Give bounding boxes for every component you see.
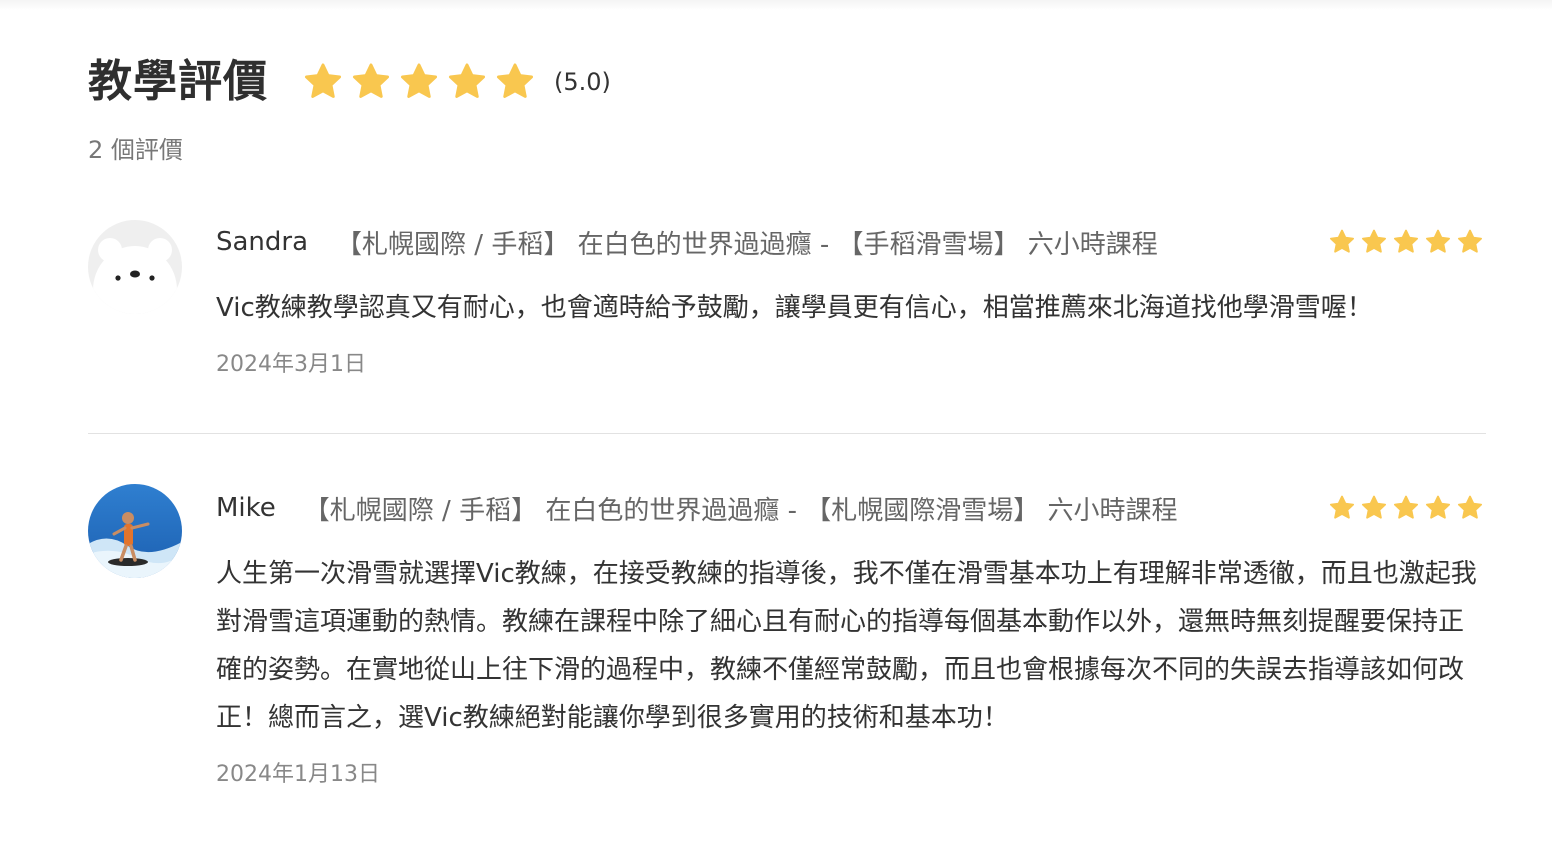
star-icon [1456,494,1484,522]
star-icon [494,61,536,103]
star-icon [1392,494,1420,522]
page-title: 教學評價 [88,56,268,107]
star-icon [302,61,344,103]
star-icon [446,61,488,103]
star-icon [1392,228,1420,256]
review-rating-stars [1328,228,1484,256]
review-rating-stars [1328,494,1484,522]
avatar[interactable] [88,484,182,578]
review-text: Vic教練教學認真又有耐心，也會適時給予鼓勵，讓學員更有信心，相當推薦來北海道找… [216,293,1373,323]
course-link[interactable]: 【札幌國際 / 手稻】 在白色的世界過過癮 - 【札幌國際滑雪場】 六小時課程 [304,490,1178,527]
star-icon [1360,494,1388,522]
star-icon [1424,494,1452,522]
review-body: Sandra 【札幌國際 / 手稻】 在白色的世界過過癮 - 【手稻滑雪場】 六… [216,222,1486,378]
review-text: 人生第一次滑雪就選擇Vic教練，在接受教練的指導後，我不僅在滑雪基本功上有理解非… [216,559,1477,733]
review-header: Sandra 【札幌國際 / 手稻】 在白色的世界過過癮 - 【手稻滑雪場】 六… [216,222,1486,262]
reviewer-name: Sandra [216,227,309,257]
avatar[interactable] [88,220,182,314]
star-icon [1456,228,1484,256]
reviews-page: 教學評價 (5.0) 2 個評價 Sandra 【札幌國際 / 手稻】 在白色的… [0,0,1552,860]
reviews-header: 教學評價 (5.0) [88,52,611,112]
star-icon [1328,228,1356,256]
star-icon [1360,228,1388,256]
review-date: 2024年1月13日 [216,762,380,787]
review-body: Mike 【札幌國際 / 手稻】 在白色的世界過過癮 - 【札幌國際滑雪場】 六… [216,488,1486,788]
star-icon [1328,494,1356,522]
review-divider [88,433,1486,434]
star-icon [1424,228,1452,256]
overall-rating-stars [302,61,536,103]
review-header: Mike 【札幌國際 / 手稻】 在白色的世界過過癮 - 【札幌國際滑雪場】 六… [216,488,1486,528]
star-icon [350,61,392,103]
overall-rating-value: (5.0) [554,68,611,96]
star-icon [398,61,440,103]
course-link[interactable]: 【札幌國際 / 手稻】 在白色的世界過過癮 - 【手稻滑雪場】 六小時課程 [336,224,1158,261]
reviewer-name: Mike [216,493,276,523]
review-date: 2024年3月1日 [216,352,366,377]
review-count: 2 個評價 [88,136,183,164]
top-shade [0,0,1552,10]
